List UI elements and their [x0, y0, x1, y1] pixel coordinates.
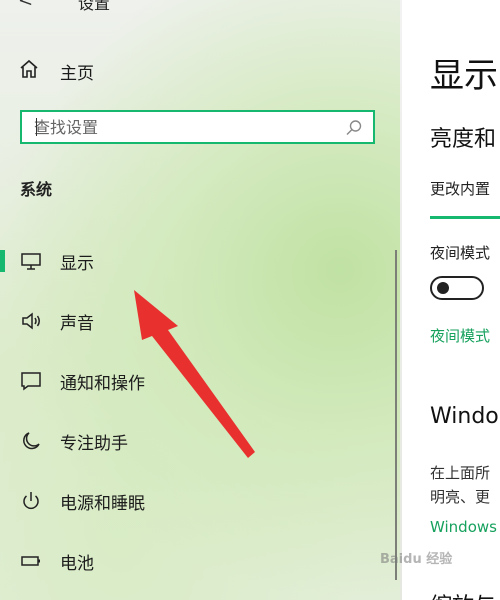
windows-hd-color-heading: Windo [430, 404, 499, 429]
night-mode-toggle[interactable] [430, 276, 484, 300]
toggle-knob [437, 282, 449, 294]
baidu-watermark: Baidu 经验 [380, 552, 453, 567]
page-title: 显示 [430, 56, 498, 96]
brightness-slider[interactable] [430, 216, 500, 219]
night-mode-settings-link[interactable]: 夜间模式 [430, 325, 490, 346]
windows-hd-color-link[interactable]: Windows [430, 518, 497, 536]
hd-color-description-2: 明亮、更 [430, 488, 491, 506]
brightness-heading: 亮度和 [430, 127, 497, 152]
hd-color-description: 在上面所 [430, 464, 491, 482]
content-pane: 显示 亮度和 更改内置 夜间模式 夜间模式 Windo 在上面所 明亮、更 Wi… [402, 0, 500, 600]
night-mode-label: 夜间模式 [430, 244, 491, 262]
scale-layout-heading: 缩放与 [430, 588, 496, 600]
brightness-label: 更改内置 [430, 180, 491, 198]
annotation-arrow-icon [134, 290, 255, 458]
settings-sidebar: < 设置 主页 系统 显示 声音 通知和操作 [0, 0, 400, 600]
